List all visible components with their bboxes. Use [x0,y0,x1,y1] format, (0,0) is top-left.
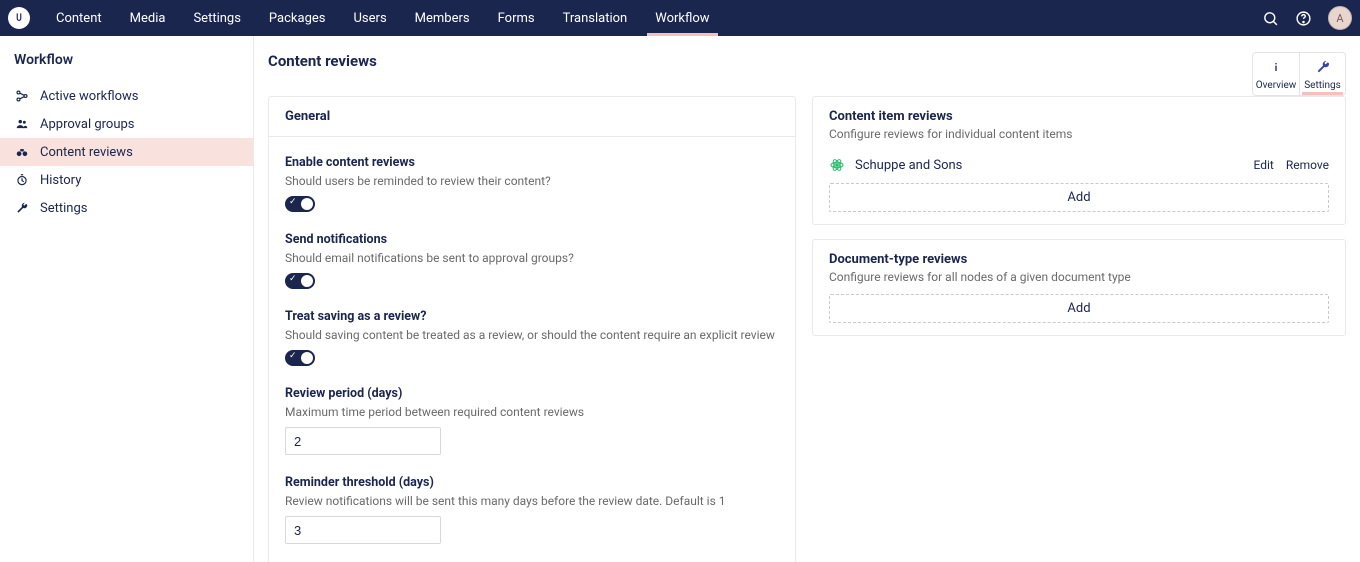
tab-overview[interactable]: Overview [1253,53,1299,95]
topnav-item-packages[interactable]: Packages [255,0,340,36]
threshold-desc: Review notifications will be sent this m… [285,494,779,508]
app-logo[interactable] [8,7,30,29]
sidebar-item-label: Content reviews [40,145,133,160]
help-icon[interactable] [1295,10,1312,27]
doctype-title: Document-type reviews [829,252,1329,267]
search-icon[interactable] [1262,10,1279,27]
threshold-label: Reminder threshold (days) [285,475,779,490]
sidebar-title: Workflow [0,52,253,82]
users-icon [14,116,30,132]
topnav-item-translation[interactable]: Translation [549,0,642,36]
sidebar-item-approval-groups[interactable]: Approval groups [0,110,253,138]
enable-label: Enable content reviews [285,155,779,170]
edit-button[interactable]: Edit [1254,158,1274,172]
atom-icon [829,157,845,173]
remove-button[interactable]: Remove [1286,158,1329,172]
tab-label: Settings [1304,80,1341,91]
page-title: Content reviews [268,52,377,70]
notify-desc: Should email notifications be sent to ap… [285,251,779,265]
sidebar-item-label: History [40,173,81,188]
enable-toggle[interactable] [285,196,315,212]
general-heading: General [269,97,795,137]
tab-settings[interactable]: Settings [1299,53,1345,95]
avatar[interactable]: A [1328,6,1352,30]
doctype-desc: Configure reviews for all nodes of a giv… [829,270,1329,284]
content-item-row: Schuppe and Sons Edit Remove [829,151,1329,179]
notify-toggle[interactable] [285,273,315,289]
sidebar-item-content-reviews[interactable]: Content reviews [0,138,253,166]
topnav-item-settings[interactable]: Settings [179,0,254,36]
content-item-title: Content item reviews [829,109,1329,124]
sidebar-item-label: Approval groups [40,117,135,132]
content-item-name: Schuppe and Sons [855,158,962,173]
saving-label: Treat saving as a review? [285,309,779,324]
threshold-input[interactable] [285,516,441,544]
topnav-item-media[interactable]: Media [116,0,180,36]
saving-toggle[interactable] [285,350,315,366]
topnav-item-users[interactable]: Users [340,0,401,36]
share-icon [14,88,30,104]
notify-label: Send notifications [285,232,779,247]
sidebar-item-label: Settings [40,201,87,216]
content-item-desc: Configure reviews for individual content… [829,127,1329,141]
clock-icon [14,172,30,188]
binoculars-icon [14,144,30,160]
sidebar-item-active-workflows[interactable]: Active workflows [0,82,253,110]
wrench-icon [14,200,30,216]
enable-desc: Should users be reminded to review their… [285,174,779,188]
sidebar-item-label: Active workflows [40,89,138,104]
period-label: Review period (days) [285,386,779,401]
saving-desc: Should saving content be treated as a re… [285,328,779,342]
sidebar-item-history[interactable]: History [0,166,253,194]
period-desc: Maximum time period between required con… [285,405,779,419]
tab-label: Overview [1256,80,1297,91]
period-input[interactable] [285,427,441,455]
info-icon [1268,59,1284,78]
wrench-icon [1315,59,1331,78]
topnav-item-workflow[interactable]: Workflow [641,0,723,36]
topnav-item-forms[interactable]: Forms [484,0,549,36]
sidebar-item-settings[interactable]: Settings [0,194,253,222]
add-content-item-button[interactable]: Add [829,183,1329,212]
add-doctype-button[interactable]: Add [829,294,1329,323]
topnav-item-content[interactable]: Content [42,0,116,36]
topnav-item-members[interactable]: Members [401,0,484,36]
